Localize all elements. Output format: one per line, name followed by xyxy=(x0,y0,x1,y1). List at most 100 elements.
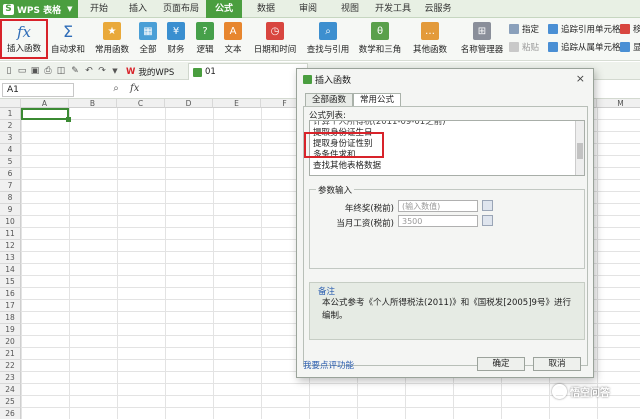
row-header[interactable]: 12 xyxy=(0,240,21,252)
row-header[interactable]: 10 xyxy=(0,216,21,228)
trace-precedents-button[interactable]: 追踪引用单元格 xyxy=(548,22,621,36)
column-header[interactable]: E xyxy=(213,99,261,108)
tab-view[interactable]: 视图 xyxy=(332,0,368,18)
wps-w-icon: W xyxy=(126,66,136,77)
row-header[interactable]: 18 xyxy=(0,312,21,324)
close-icon[interactable]: × xyxy=(576,72,585,85)
brush-icon[interactable]: ✎ xyxy=(70,66,80,76)
row-header[interactable]: 15 xyxy=(0,276,21,288)
grid-corner[interactable] xyxy=(0,99,21,108)
tab-cloud[interactable]: 云服务 xyxy=(418,0,458,18)
column-header[interactable]: D xyxy=(165,99,213,108)
save-icon[interactable]: ▣ xyxy=(30,66,40,76)
show-button[interactable]: 显 xyxy=(620,40,640,54)
row-header[interactable]: 14 xyxy=(0,264,21,276)
preview-icon[interactable]: ◫ xyxy=(56,66,66,76)
all-functions-button[interactable]: ▦ 全部 xyxy=(137,18,159,60)
redo-icon[interactable]: ↷ xyxy=(97,66,107,76)
paste-button[interactable]: 粘贴 xyxy=(509,40,539,54)
row-header[interactable]: 13 xyxy=(0,252,21,264)
param-input[interactable]: 3500 xyxy=(398,215,478,227)
spreadsheet-icon xyxy=(193,67,202,77)
text-button[interactable]: A 文本 xyxy=(222,18,244,60)
cell-picker-icon[interactable] xyxy=(482,200,493,211)
specify-button[interactable]: 指定 xyxy=(509,22,539,36)
row-header[interactable]: 6 xyxy=(0,168,21,180)
row-header[interactable]: 21 xyxy=(0,348,21,360)
tab-document[interactable]: 01 xyxy=(188,63,308,80)
fx-icon: fx xyxy=(16,23,31,41)
column-header[interactable]: M xyxy=(597,99,640,108)
autosum-button[interactable]: Σ 自动求和 xyxy=(50,18,86,60)
scrollbar-thumb[interactable] xyxy=(577,143,583,159)
row-header[interactable]: 1 xyxy=(0,108,21,120)
tab-developer[interactable]: 开发工具 xyxy=(370,0,416,18)
selected-cell[interactable] xyxy=(21,108,71,122)
datetime-label: 日期和时间 xyxy=(253,45,297,55)
trace-dependents-button[interactable]: 追踪从属单元格 xyxy=(548,40,621,54)
lookup-button[interactable]: ⌕ 查找与引用 xyxy=(305,18,351,60)
column-header[interactable]: A xyxy=(21,99,69,108)
row-header[interactable]: 26 xyxy=(0,408,21,419)
common-functions-label: 常用函数 xyxy=(94,45,129,55)
logic-button[interactable]: ? 逻辑 xyxy=(194,18,216,60)
move-button[interactable]: 移 xyxy=(620,22,640,36)
list-scrollbar[interactable] xyxy=(575,121,584,175)
move-label: 移 xyxy=(633,25,640,35)
name-manager-button[interactable]: ⊞ 名称管理器 xyxy=(460,18,504,60)
note-box: 备注 本公式参考《个人所得税法(2011)》和《国税发[2005]9号》进行编制… xyxy=(309,282,585,340)
trace-dependents-label: 追踪从属单元格 xyxy=(561,43,621,53)
tab-formulas[interactable]: 公式 xyxy=(206,0,242,18)
row-header[interactable]: 20 xyxy=(0,336,21,348)
column-header[interactable]: C xyxy=(117,99,165,108)
other-functions-button[interactable]: … 其他函数 xyxy=(410,18,450,60)
row-header[interactable]: 5 xyxy=(0,156,21,168)
feedback-link[interactable]: 我要点评功能 xyxy=(303,359,354,371)
tab-review[interactable]: 审阅 xyxy=(290,0,326,18)
math-button[interactable]: θ 数学和三角 xyxy=(356,18,404,60)
row-header[interactable]: 8 xyxy=(0,192,21,204)
row-header[interactable]: 11 xyxy=(0,228,21,240)
tab-data[interactable]: 数据 xyxy=(248,0,284,18)
name-box[interactable]: A1 xyxy=(2,83,74,97)
app-menu-button[interactable]: S WPS 表格 ▼ xyxy=(0,0,78,18)
tab-home[interactable]: 开始 xyxy=(82,0,116,18)
row-header[interactable]: 4 xyxy=(0,144,21,156)
row-header[interactable]: 2 xyxy=(0,120,21,132)
datetime-button[interactable]: ◷ 日期和时间 xyxy=(252,18,298,60)
tab-my-wps[interactable]: W 我的WPS xyxy=(122,63,178,80)
formula-fx-icon[interactable]: fx xyxy=(130,83,139,94)
column-header[interactable]: B xyxy=(69,99,117,108)
row-header[interactable]: 23 xyxy=(0,372,21,384)
sigma-icon: Σ xyxy=(62,21,74,41)
row-header[interactable]: 25 xyxy=(0,396,21,408)
tab-common-formulas[interactable]: 常用公式 xyxy=(353,93,402,106)
row-header[interactable]: 3 xyxy=(0,132,21,144)
common-functions-button[interactable]: ★ 常用函数 xyxy=(92,18,132,60)
row-header[interactable]: 17 xyxy=(0,300,21,312)
zoom-icon[interactable]: ⌕ xyxy=(111,84,121,94)
finance-button[interactable]: ¥ 财务 xyxy=(165,18,187,60)
row-header[interactable]: 7 xyxy=(0,180,21,192)
open-icon[interactable]: ▭ xyxy=(17,66,27,76)
row-header[interactable]: 22 xyxy=(0,360,21,372)
cancel-button[interactable]: 取消 xyxy=(533,357,581,371)
chevron-down-icon[interactable]: ▼ xyxy=(110,66,120,76)
print-icon[interactable]: ⎙ xyxy=(43,66,53,76)
tab-insert[interactable]: 插入 xyxy=(120,0,156,18)
tab-all-functions[interactable]: 全部函数 xyxy=(305,93,354,106)
row-header[interactable]: 19 xyxy=(0,324,21,336)
undo-icon[interactable]: ↶ xyxy=(84,66,94,76)
new-file-icon[interactable]: ▯ xyxy=(4,66,14,76)
tab-document-label: 01 xyxy=(205,67,216,77)
list-item[interactable]: 计算个人所得税(2011-09-01之前) xyxy=(310,121,584,128)
ok-button[interactable]: 确定 xyxy=(477,357,525,371)
insert-function-button[interactable]: fx 插入函数 xyxy=(0,19,48,59)
tab-page-layout[interactable]: 页面布局 xyxy=(158,0,204,18)
param-input[interactable]: (输入数值) xyxy=(398,200,478,212)
row-header[interactable]: 24 xyxy=(0,384,21,396)
cell-picker-icon[interactable] xyxy=(482,215,493,226)
row-header[interactable]: 16 xyxy=(0,288,21,300)
row-header[interactable]: 9 xyxy=(0,204,21,216)
list-item[interactable]: 查找其他表格数据 xyxy=(310,161,584,172)
